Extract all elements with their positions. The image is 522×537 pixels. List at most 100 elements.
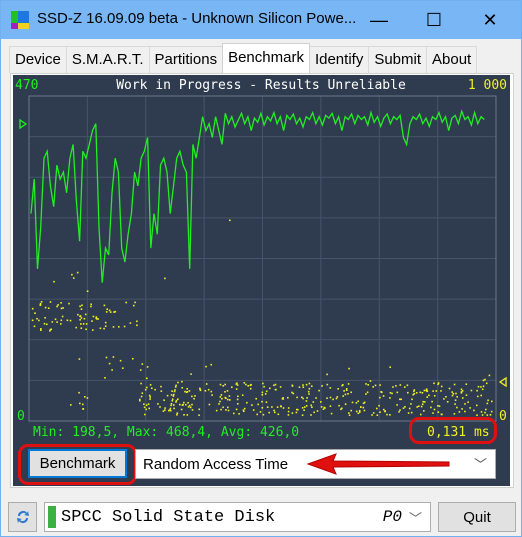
access-time-point (329, 387, 332, 389)
access-time-point (379, 384, 381, 386)
access-time-point (224, 396, 226, 399)
access-time-point (320, 401, 322, 403)
access-time-point (256, 413, 258, 416)
access-time-point (344, 403, 347, 405)
access-time-point (113, 311, 115, 313)
access-time-point (345, 389, 348, 391)
access-time-point (308, 382, 311, 385)
access-time-point (33, 325, 36, 328)
access-time-point (92, 315, 95, 318)
access-time-point (362, 406, 365, 409)
access-time-point (338, 404, 340, 407)
title-bar[interactable]: SSD-Z 16.09.09 beta - Unknown Silicon Po… (1, 1, 521, 39)
access-time-point (145, 408, 147, 411)
quit-button[interactable]: Quit (438, 502, 516, 532)
access-time-point (226, 390, 229, 392)
access-time-point (282, 407, 285, 409)
access-time-point (308, 387, 311, 390)
access-time-point (219, 396, 222, 398)
close-button[interactable]: ✕ (467, 1, 513, 39)
access-time-point (311, 385, 313, 387)
access-time-point (47, 307, 50, 309)
access-time-point (432, 412, 434, 414)
tab-smart[interactable]: S.M.A.R.T. (65, 46, 150, 73)
tab-about[interactable]: About (426, 46, 478, 73)
access-time-point (148, 407, 150, 410)
access-time-point (305, 383, 308, 386)
access-time-point (190, 373, 192, 375)
access-time-point (78, 358, 81, 360)
access-time-point (170, 404, 172, 407)
access-time-point (215, 409, 218, 412)
access-time-point (171, 400, 174, 402)
tab-submit[interactable]: Submit (368, 46, 428, 73)
drive-select[interactable]: SPCC Solid State Disk P0 ﹀ (44, 502, 431, 532)
minimize-button[interactable]: — (356, 1, 402, 39)
access-time-point (82, 408, 85, 410)
tab-partitions[interactable]: Partitions (148, 46, 224, 73)
tab-benchmark[interactable]: Benchmark (222, 43, 310, 73)
access-time-point (301, 407, 304, 409)
access-time-point (310, 414, 312, 416)
access-time-point (149, 396, 151, 398)
access-time-point (187, 406, 190, 408)
access-time-point (310, 404, 312, 407)
access-time-point (423, 410, 425, 412)
access-time-point (458, 411, 461, 413)
access-time-point (231, 386, 233, 388)
access-time-point (380, 391, 382, 393)
access-time-point (490, 410, 493, 413)
access-time-point (108, 362, 111, 365)
access-time-point (400, 398, 402, 401)
access-time-point (440, 413, 443, 416)
access-time-point (480, 394, 482, 397)
access-time-point (205, 383, 208, 385)
refresh-button[interactable] (8, 502, 37, 532)
access-time-point (60, 319, 63, 322)
access-time-point (238, 413, 240, 415)
maximize-button[interactable]: ☐ (411, 1, 457, 39)
access-time-point (86, 397, 89, 399)
stats-text: Min: 198,5, Max: 468,4, Avg: 426,0 (33, 425, 299, 440)
access-time-point (199, 389, 202, 392)
tab-device[interactable]: Device (9, 46, 67, 73)
access-time-point (342, 384, 344, 386)
access-time-point (39, 304, 42, 306)
benchmark-button-highlight (18, 444, 137, 485)
access-time-point (70, 404, 72, 406)
access-time-point (143, 403, 145, 405)
access-time-point (372, 386, 374, 388)
access-time-point (460, 388, 463, 391)
access-time-point (303, 409, 305, 411)
access-time-point (237, 403, 239, 405)
access-time-point (169, 407, 172, 410)
access-time-point (277, 413, 280, 416)
access-time-point (185, 391, 188, 394)
access-time-point (410, 411, 413, 414)
access-time-point (336, 396, 339, 398)
access-time-point (464, 403, 466, 405)
tab-identify[interactable]: Identify (308, 46, 370, 73)
access-time-point (205, 365, 207, 368)
access-time-point (326, 397, 328, 399)
access-time-point (191, 409, 194, 411)
access-time-point (183, 401, 185, 404)
access-time-point (342, 395, 344, 397)
access-time-highlight (409, 417, 497, 444)
access-time-point (432, 390, 434, 392)
access-time-point (252, 409, 255, 411)
access-time-point (279, 386, 282, 388)
access-time-point (185, 403, 187, 406)
access-time-point (143, 406, 146, 409)
access-time-point (348, 367, 350, 370)
access-time-point (306, 397, 308, 399)
access-time-point (378, 404, 380, 407)
access-time-point (487, 399, 489, 402)
access-time-point (360, 406, 362, 408)
access-time-point (312, 401, 315, 403)
access-time-point (461, 408, 463, 410)
access-time-point (103, 304, 106, 307)
access-time-point (84, 313, 87, 316)
access-time-point (470, 389, 473, 392)
access-time-point (437, 383, 439, 386)
